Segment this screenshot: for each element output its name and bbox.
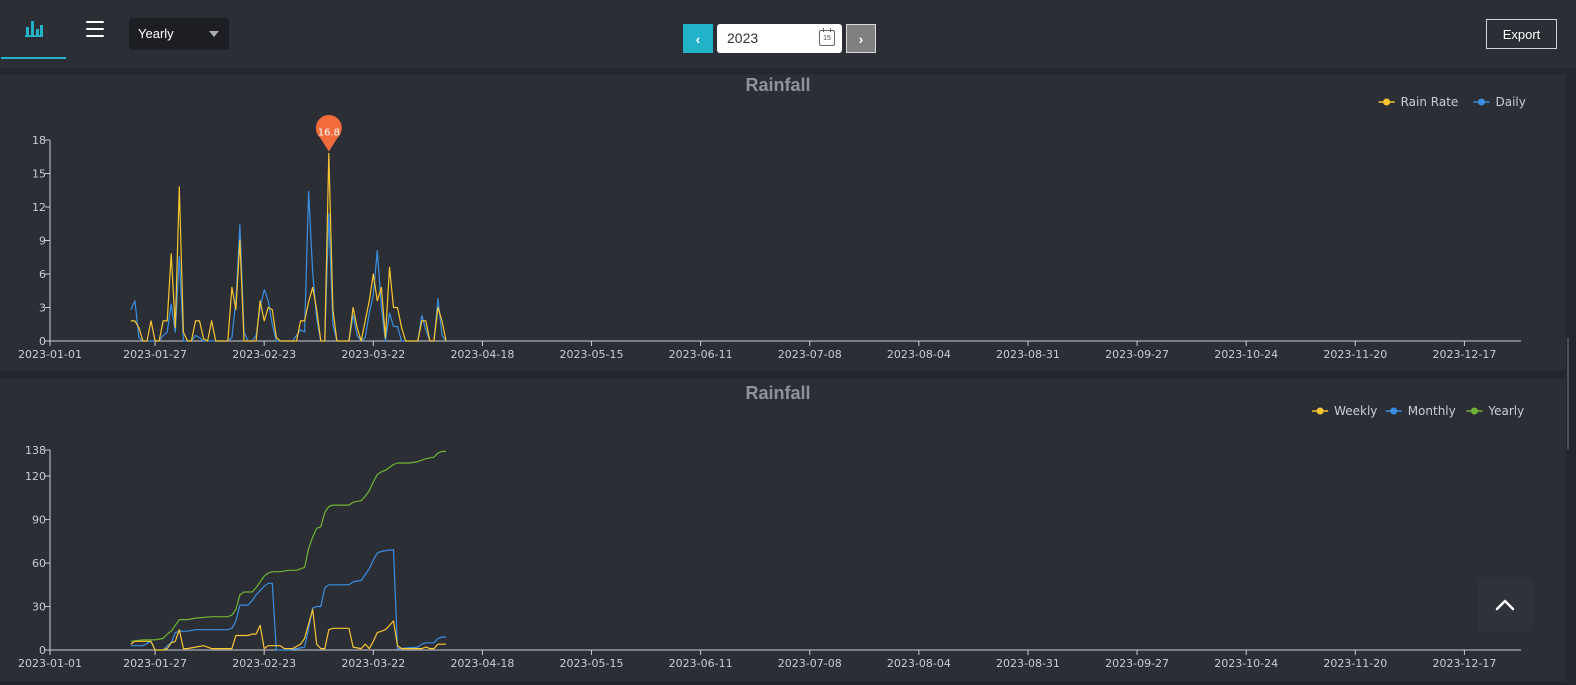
x-tick-label: 2023-01-27 (123, 657, 187, 670)
legend-dot-1 (1390, 407, 1398, 415)
legend-label-0: Weekly (1334, 404, 1377, 418)
legend-label-2: Yearly (1487, 404, 1524, 418)
scrollbar-thumb[interactable] (1567, 338, 1569, 450)
series-line-yearly (130, 450, 446, 642)
chart-view-tab[interactable] (1, 0, 66, 59)
period-select[interactable]: Yearly (129, 18, 229, 50)
export-button[interactable]: Export (1486, 19, 1557, 49)
x-tick-label: 2023-12-17 (1432, 657, 1496, 670)
x-tick-label: 2023-08-04 (887, 348, 951, 361)
y-tick-label: 15 (32, 168, 46, 181)
x-tick-label: 2023-09-27 (1105, 348, 1169, 361)
x-tick-label: 2023-05-15 (560, 348, 624, 361)
y-tick-label: 90 (32, 514, 46, 527)
x-tick-label: 2023-07-08 (778, 348, 842, 361)
y-tick-label: 120 (25, 470, 46, 483)
x-tick-label: 2023-02-23 (232, 657, 296, 670)
x-tick-label: 2023-08-31 (996, 657, 1060, 670)
x-tick-label: 2023-06-11 (669, 348, 733, 361)
x-tick-label: 2023-11-20 (1323, 348, 1387, 361)
year-input-value: 2023 (727, 30, 759, 46)
x-tick-label: 2023-04-18 (450, 348, 514, 361)
y-tick-label: 18 (32, 134, 46, 147)
rainfall-accumulation-chart: Rainfall Yearly Monthly Weekly 0 30 60 90 120 138… (18, 383, 1524, 670)
bar-chart-icon (24, 20, 43, 37)
x-tick-label: 2023-09-27 (1105, 657, 1169, 670)
caret-down-icon (209, 31, 219, 37)
series-line-weekly (130, 608, 446, 651)
x-tick-label: 2023-11-20 (1323, 657, 1387, 670)
x-tick-label: 2023-12-17 (1432, 348, 1496, 361)
y-tick-label: 9 (39, 235, 46, 248)
y-tick-label: 6 (39, 268, 46, 281)
y-tick-label: 3 (39, 302, 46, 315)
x-tick-label: 2023-01-27 (123, 348, 187, 361)
x-tick-label: 2023-02-23 (232, 348, 296, 361)
x-tick-label: 2023-08-31 (996, 348, 1060, 361)
legend-dot-1 (1478, 98, 1485, 106)
rainfall-accumulation-panel: Rainfall Yearly Monthly Weekly 0 30 60 90 120 138… (0, 378, 1566, 681)
y-tick-label: 0 (39, 644, 46, 657)
x-tick-label: 2023-10-24 (1214, 657, 1278, 670)
x-tick-label: 2023-04-18 (450, 657, 514, 670)
legend-dot-2 (1470, 407, 1478, 415)
x-tick-label: 2023-01-01 (18, 348, 82, 361)
y-tick-label: 30 (32, 601, 46, 614)
chart-title: Rainfall (745, 383, 810, 403)
x-tick-label: 2023-03-22 (341, 657, 405, 670)
legend-label-1: Monthly (1408, 404, 1456, 418)
legend-label-0: Rain Rate (1401, 95, 1459, 109)
y-tick-label: 60 (32, 557, 46, 570)
x-tick-label: 2023-07-08 (778, 657, 842, 670)
chart-title: Rainfall (745, 75, 810, 95)
previous-year-button[interactable]: ‹ (683, 24, 713, 53)
scroll-to-top-button[interactable] (1477, 578, 1533, 632)
x-tick-label: 2023-08-04 (887, 657, 951, 670)
chevron-up-icon (1495, 599, 1515, 611)
series-line-rain-rate (130, 152, 447, 342)
x-tick-label: 2023-10-24 (1214, 348, 1278, 361)
x-tick-label: 2023-05-15 (560, 657, 624, 670)
legend-label-1: Daily (1496, 95, 1526, 109)
y-tick-label: 0 (39, 335, 46, 348)
x-tick-label: 2023-01-01 (18, 657, 82, 670)
rainfall-rate-daily-panel: Rainfall Daily Rain Rate 0 3 6 9 12 15 18 2023-01-… (0, 74, 1566, 370)
x-tick-label: 2023-03-22 (341, 348, 405, 361)
legend-dot-0 (1383, 98, 1391, 106)
hamburger-menu-icon[interactable] (84, 18, 106, 40)
year-input[interactable]: 2023 15 (717, 24, 842, 53)
y-tick-label: 12 (32, 201, 46, 214)
max-value-label: 16.8 (318, 127, 340, 138)
rainfall-rate-daily-chart: Rainfall Daily Rain Rate 0 3 6 9 12 15 18 2023-01-… (18, 75, 1526, 361)
calendar-icon[interactable]: 15 (819, 28, 835, 46)
y-tick-label: 138 (25, 444, 46, 457)
top-toolbar: Yearly ‹ 2023 15 › Export (0, 0, 1576, 68)
next-year-button[interactable]: › (846, 24, 876, 53)
x-tick-label: 2023-06-11 (669, 657, 733, 670)
legend-dot-0 (1316, 407, 1324, 415)
period-select-value: Yearly (138, 26, 174, 41)
